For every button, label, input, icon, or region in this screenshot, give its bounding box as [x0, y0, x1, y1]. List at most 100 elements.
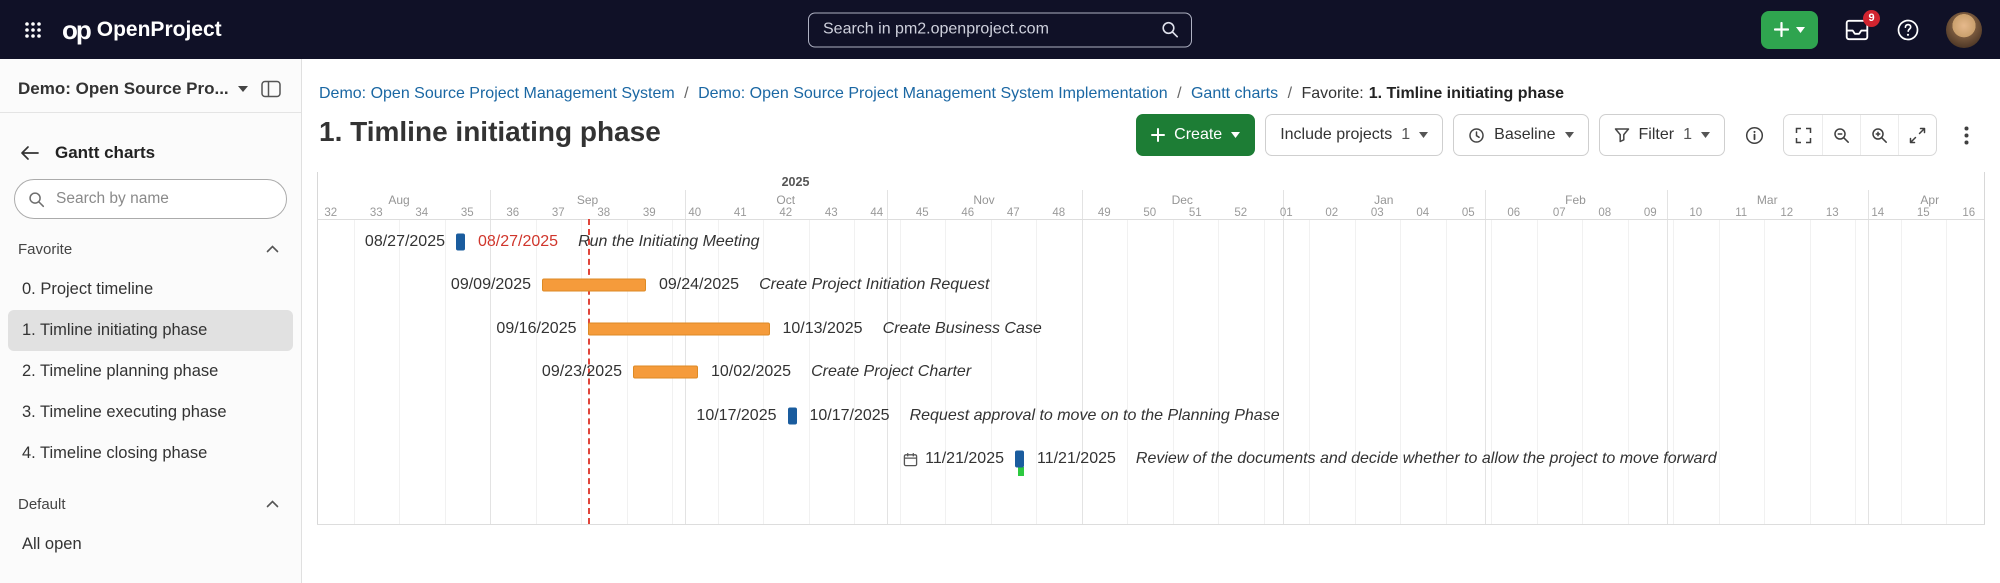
notification-badge: 9 [1863, 10, 1880, 27]
timeline-week-label: 51 [1173, 207, 1219, 219]
task-bar[interactable] [1015, 451, 1024, 468]
sidebar-section-title: Gantt charts [55, 143, 155, 163]
filter-button[interactable]: Filter 1 [1599, 114, 1725, 156]
timeline-week-label: 15 [1901, 207, 1947, 219]
timeline-week-label: 16 [1946, 207, 1985, 219]
header-right: 9 [1761, 11, 1982, 49]
task-name: Request approval to move on to the Plann… [910, 407, 1280, 425]
section-header[interactable]: Default [0, 484, 301, 524]
header-left: op OpenProject [18, 15, 222, 45]
task-bar[interactable] [588, 322, 770, 335]
timeline-week-label: 05 [1446, 207, 1492, 219]
timeline-month-label: Jan [1374, 193, 1393, 207]
breadcrumb-link[interactable]: Gantt charts [1191, 85, 1278, 102]
start-date-text: 08/27/2025 [365, 233, 445, 251]
start-date-text: 09/16/2025 [496, 320, 576, 338]
include-projects-button[interactable]: Include projects 1 [1265, 114, 1443, 156]
fullscreen-icon [1795, 127, 1812, 144]
zoom-out-icon [1833, 127, 1850, 144]
breadcrumb: Demo: Open Source Project Management Sys… [319, 85, 1564, 103]
sidebar-item[interactable]: 1. Timline initiating phase [8, 310, 293, 351]
openproject-logo[interactable]: op OpenProject [62, 17, 222, 43]
gantt-row: 08/27/2025 08/27/2025Run the Initiating M… [317, 220, 1985, 264]
task-name-text: Review of the documents and decide wheth… [1136, 450, 1717, 468]
gantt-toolbar: Create Include projects 1 Baseline Filte… [1136, 114, 1985, 156]
timeline-week-label: 03 [1355, 207, 1401, 219]
timeline-week-label: 10 [1673, 207, 1719, 219]
sidebar-item[interactable]: 4. Timeline closing phase [8, 433, 293, 474]
breadcrumb-link[interactable]: Demo: Open Source Project Management Sys… [698, 85, 1168, 102]
caret-down-icon [1231, 132, 1240, 138]
task-bar[interactable] [633, 366, 698, 379]
task-bar[interactable] [456, 233, 465, 250]
breadcrumb-link[interactable]: Demo: Open Source Project Management Sys… [319, 85, 675, 102]
sidebar-item[interactable]: 2. Timeline planning phase [8, 351, 293, 392]
task-name-text: Run the Initiating Meeting [578, 233, 759, 251]
project-selector-button[interactable]: Demo: Open Source Pro... [18, 75, 248, 103]
notifications-button[interactable]: 9 [1844, 18, 1870, 42]
task-name: Create Project Initiation Request [759, 276, 989, 294]
task-start-date: 09/16/2025 [496, 320, 576, 338]
openproject-logo-mark: op [62, 17, 90, 43]
timeline-week-label: 39 [627, 207, 673, 219]
timeline-week-label: 11 [1719, 207, 1765, 219]
task-start-date: 10/17/2025 [696, 407, 776, 425]
task-bar[interactable] [542, 279, 646, 292]
timeline-month-label: Mar [1757, 193, 1778, 207]
task-start-date: 09/23/2025 [542, 363, 622, 381]
create-button-label: Create [1174, 126, 1222, 144]
timeline-week-label: 40 [672, 207, 718, 219]
breadcrumb-current: 1. Timline initiating phase [1369, 85, 1564, 102]
task-bar[interactable] [788, 407, 797, 424]
date-icon [903, 452, 918, 467]
task-name: Create Business Case [883, 320, 1042, 338]
timeline-week-label: 48 [1036, 207, 1082, 219]
sidebar-item[interactable]: 0. Project timeline [8, 269, 293, 310]
zoom-out-button[interactable] [1822, 115, 1860, 155]
quick-add-button[interactable] [1761, 11, 1818, 49]
global-search [808, 12, 1192, 47]
section-label: Default [18, 496, 66, 513]
start-date-text: 09/23/2025 [542, 363, 622, 381]
user-avatar[interactable] [1946, 12, 1982, 48]
sidebar-item[interactable]: All open [8, 524, 293, 565]
zoom-in-button[interactable] [1860, 115, 1898, 155]
main-content: Demo: Open Source Project Management Sys… [303, 59, 2000, 583]
fullscreen-button[interactable] [1784, 115, 1822, 155]
back-button[interactable] [18, 143, 41, 163]
timeline-week-label: 37 [536, 207, 582, 219]
timeline-week-label: 43 [809, 207, 855, 219]
task-start-date: 09/09/2025 [451, 276, 531, 294]
timeline-week-label: 08 [1582, 207, 1628, 219]
breadcrumb-separator: / [1283, 85, 1296, 102]
task-end-date: 10/17/2025 [810, 407, 890, 425]
timeline-year-label: 2025 [782, 175, 810, 189]
task-name-text: Create Project Initiation Request [759, 276, 989, 294]
info-button[interactable] [1735, 115, 1773, 155]
gantt-row: 10/17/2025 10/17/2025 Request approval to … [317, 394, 1985, 438]
collapse-sidebar-button[interactable] [257, 76, 285, 102]
timeline-week-label: 41 [718, 207, 764, 219]
task-labels: 10/02/2025Create Project Charter [711, 363, 971, 381]
include-projects-label: Include projects [1280, 126, 1392, 144]
baseline-marker [1018, 467, 1024, 476]
create-button[interactable]: Create [1136, 114, 1255, 156]
sidebar-item[interactable]: 3. Timeline executing phase [8, 392, 293, 433]
task-labels: 11/21/2025Review of the documents and de… [1037, 450, 1717, 468]
plus-icon [1151, 128, 1165, 142]
openproject-logo-text: OpenProject [97, 18, 222, 42]
timeline-week-label: 12 [1764, 207, 1810, 219]
section-header[interactable]: Favorite [0, 229, 301, 269]
zoom-auto-button[interactable] [1898, 115, 1936, 155]
task-labels: 08/27/2025Run the Initiating Meeting [478, 233, 760, 251]
timeline-month-label: Dec [1172, 193, 1193, 207]
more-menu-button[interactable] [1947, 115, 1985, 155]
timeline-week-label: 34 [399, 207, 445, 219]
task-start-date: 11/21/2025 [903, 450, 1004, 468]
apps-menu-button[interactable] [18, 15, 48, 45]
sidebar-search-input[interactable] [54, 189, 273, 209]
timeline-month-label: Nov [973, 193, 994, 207]
help-button[interactable] [1896, 18, 1920, 42]
global-search-input[interactable] [821, 20, 1153, 40]
baseline-button[interactable]: Baseline [1453, 114, 1588, 156]
